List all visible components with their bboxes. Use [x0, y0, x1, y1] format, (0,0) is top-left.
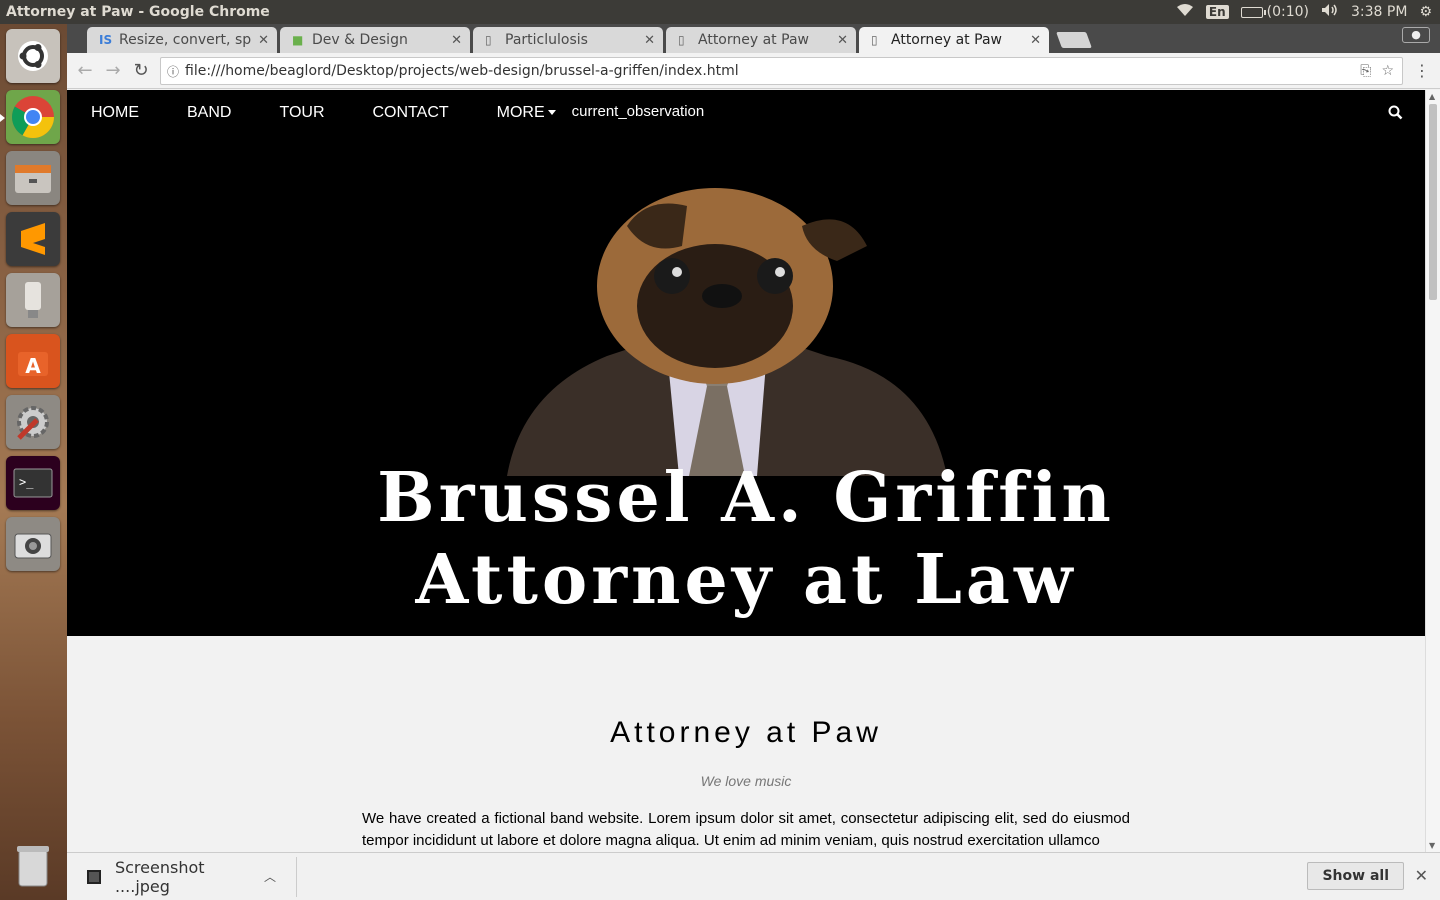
translate-icon[interactable]: ⎘ — [1360, 63, 1371, 79]
new-tab-button[interactable] — [1056, 32, 1092, 48]
nav-current-observation: current_observation — [571, 102, 705, 120]
browser-toolbar: ← → ↻ ⓘ file:///home/beaglord/Desktop/pr… — [67, 53, 1440, 89]
usb-drive-icon[interactable] — [6, 273, 60, 327]
files-icon[interactable] — [6, 151, 60, 205]
page-title: Attorney at Paw — [610, 716, 882, 749]
tab-strip: IS Resize, convert, spl ✕ ■ Dev & Design… — [67, 24, 1440, 53]
battery-indicator[interactable]: (0:10) — [1240, 4, 1310, 20]
tab-label: Resize, convert, spl — [119, 32, 253, 48]
tab-label: Dev & Design — [312, 32, 408, 48]
tab-resize[interactable]: IS Resize, convert, spl ✕ — [87, 27, 277, 53]
sublime-text-icon[interactable] — [6, 212, 60, 266]
browser-window: IS Resize, convert, spl ✕ ■ Dev & Design… — [67, 24, 1440, 900]
site-navbar: HOME BAND TOUR CONTACT MORE current_obse… — [67, 90, 1425, 136]
document-icon: ▯ — [485, 33, 492, 47]
address-bar[interactable]: ⓘ file:///home/beaglord/Desktop/projects… — [160, 57, 1403, 85]
active-indicator — [0, 114, 5, 122]
hero-title-line2: Attorney at Law — [415, 540, 1077, 620]
nav-tour[interactable]: TOUR — [255, 90, 348, 136]
hero-title-line1: Brussel A. Griffin — [377, 458, 1115, 538]
caret-down-icon — [547, 110, 556, 116]
software-center-icon[interactable]: A — [6, 334, 60, 388]
reload-icon[interactable]: ↻ — [127, 60, 155, 81]
menu-icon[interactable]: ⋮ — [1414, 61, 1430, 80]
svg-text:A: A — [25, 354, 41, 378]
scroll-down-icon[interactable]: ▼ — [1429, 841, 1435, 850]
tab-particlulosis[interactable]: ▯ Particlulosis ✕ — [473, 27, 663, 53]
forward-icon[interactable]: → — [99, 60, 127, 81]
terminal-icon[interactable]: >_ — [6, 456, 60, 510]
volume-icon[interactable] — [1321, 3, 1339, 21]
download-item[interactable]: Screenshot ....jpeg ︿ — [67, 856, 297, 897]
ubuntu-dash-icon[interactable] — [6, 29, 60, 83]
nav-more[interactable]: MORE — [473, 90, 568, 136]
tab-dev-design[interactable]: ■ Dev & Design ✕ — [280, 27, 470, 53]
clock[interactable]: 3:38 PM — [1351, 4, 1407, 20]
download-shelf: Screenshot ....jpeg ︿ Show all ✕ — [67, 852, 1440, 900]
tagline: We love music — [700, 773, 792, 789]
scroll-up-icon[interactable]: ▲ — [1429, 92, 1435, 101]
page-scrollbar[interactable]: ▲ ▼ — [1425, 90, 1440, 852]
content-section: Attorney at Paw We love music We have cr… — [67, 636, 1425, 852]
intro-paragraph: We have created a fictional band website… — [362, 810, 1130, 849]
tab-label: Attorney at Paw — [891, 32, 1002, 48]
page-viewport: HOME BAND TOUR CONTACT MORE current_obse… — [67, 90, 1425, 852]
tab-attorney-1[interactable]: ▯ Attorney at Paw ✕ — [666, 27, 856, 53]
chevron-up-icon[interactable]: ︿ — [264, 868, 276, 885]
close-icon[interactable]: ✕ — [644, 33, 655, 48]
dog-in-suit-image — [507, 188, 947, 476]
document-icon: ▯ — [678, 33, 685, 47]
top-panel: Attorney at Paw - Google Chrome En (0:10… — [0, 0, 1440, 24]
keyboard-language-indicator[interactable]: En — [1205, 5, 1229, 19]
document-icon: ▯ — [871, 33, 878, 47]
screenshot-tool-icon[interactable] — [6, 517, 60, 571]
close-icon[interactable]: ✕ — [451, 33, 462, 48]
nav-contact[interactable]: CONTACT — [349, 90, 473, 136]
window-title: Attorney at Paw - Google Chrome — [6, 4, 270, 20]
is-favicon-icon: IS — [99, 33, 113, 47]
scroll-thumb[interactable] — [1429, 104, 1437, 300]
leaf-favicon-icon: ■ — [292, 33, 304, 47]
battery-time: (0:10) — [1266, 4, 1310, 20]
file-icon — [87, 869, 101, 884]
nav-band[interactable]: BAND — [163, 90, 255, 136]
show-all-button[interactable]: Show all — [1307, 862, 1404, 890]
download-filename: Screenshot ....jpeg — [114, 857, 205, 896]
bookmark-star-icon[interactable]: ☆ — [1381, 63, 1394, 79]
nav-home[interactable]: HOME — [67, 90, 163, 136]
unity-launcher: A >_ — [0, 24, 67, 900]
trash-icon[interactable] — [6, 839, 60, 893]
info-icon[interactable]: ⓘ — [161, 63, 185, 80]
profile-icon[interactable]: ● — [1402, 27, 1430, 43]
close-icon[interactable]: ✕ — [1415, 866, 1428, 885]
chrome-icon[interactable] — [6, 90, 60, 144]
url-text[interactable]: file:///home/beaglord/Desktop/projects/w… — [185, 63, 1360, 79]
gear-icon[interactable]: ⚙ — [1419, 4, 1432, 20]
close-icon[interactable]: ✕ — [258, 33, 269, 48]
back-icon[interactable]: ← — [71, 60, 99, 81]
tab-label: Attorney at Paw — [698, 32, 809, 48]
close-icon[interactable]: ✕ — [837, 33, 848, 48]
nav-more-label: MORE — [496, 104, 545, 121]
svg-text:>_: >_ — [19, 475, 34, 489]
wifi-icon[interactable] — [1176, 3, 1194, 21]
indicator-area: En (0:10) 3:38 PM ⚙ — [1176, 3, 1440, 21]
system-settings-icon[interactable] — [6, 395, 60, 449]
close-icon[interactable]: ✕ — [1030, 33, 1041, 48]
tab-label: Particlulosis — [505, 32, 588, 48]
battery-icon — [1240, 6, 1266, 18]
tab-attorney-active[interactable]: ▯ Attorney at Paw ✕ — [859, 27, 1049, 53]
hero-banner: Brussel A. Griffin Attorney at Law — [67, 136, 1425, 636]
search-icon[interactable] — [1388, 105, 1403, 124]
